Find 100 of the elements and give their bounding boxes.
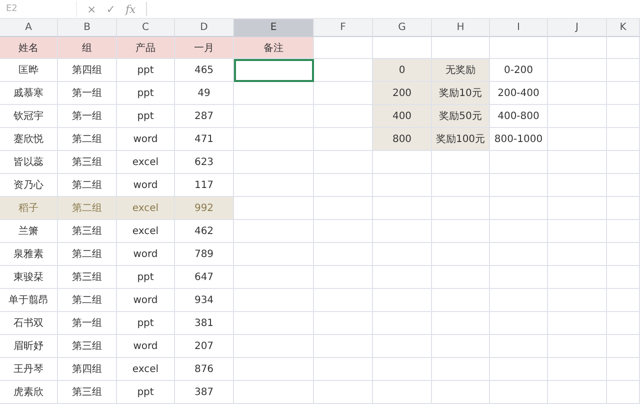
column-header[interactable]: J — [548, 19, 607, 37]
empty-cell[interactable] — [490, 243, 548, 266]
empty-cell[interactable] — [607, 220, 640, 243]
empty-cell[interactable] — [548, 174, 607, 197]
empty-cell[interactable] — [373, 266, 432, 289]
empty-cell[interactable] — [490, 381, 548, 404]
empty-cell[interactable] — [432, 289, 490, 312]
empty-cell[interactable] — [607, 243, 640, 266]
empty-cell[interactable] — [548, 243, 607, 266]
empty-cell[interactable] — [607, 197, 640, 220]
empty-cell[interactable] — [432, 197, 490, 220]
empty-cell[interactable] — [373, 243, 432, 266]
empty-cell[interactable] — [490, 220, 548, 243]
empty-cell[interactable] — [432, 358, 490, 381]
empty-cell[interactable] — [314, 243, 373, 266]
empty-cell[interactable] — [548, 358, 607, 381]
empty-cell[interactable] — [373, 151, 432, 174]
empty-cell[interactable] — [432, 243, 490, 266]
empty-cell[interactable] — [607, 174, 640, 197]
empty-cell[interactable] — [234, 358, 314, 381]
empty-cell[interactable] — [314, 358, 373, 381]
empty-cell[interactable] — [490, 358, 548, 381]
empty-cell[interactable] — [490, 174, 548, 197]
empty-cell[interactable] — [490, 197, 548, 220]
empty-cell[interactable] — [432, 381, 490, 404]
empty-cell[interactable] — [490, 151, 548, 174]
empty-cell[interactable] — [490, 289, 548, 312]
empty-cell[interactable] — [373, 174, 432, 197]
empty-cell[interactable] — [548, 220, 607, 243]
empty-cell[interactable] — [373, 220, 432, 243]
column-header[interactable]: D — [175, 19, 234, 37]
empty-cell[interactable] — [373, 381, 432, 404]
empty-cell[interactable] — [234, 128, 314, 151]
empty-cell[interactable] — [548, 289, 607, 312]
empty-cell[interactable] — [607, 312, 640, 335]
empty-cell[interactable] — [548, 381, 607, 404]
empty-cell[interactable] — [314, 289, 373, 312]
empty-cell[interactable] — [607, 266, 640, 289]
empty-cell[interactable] — [548, 105, 607, 128]
empty-cell[interactable] — [607, 358, 640, 381]
empty-cell[interactable] — [314, 151, 373, 174]
empty-cell[interactable] — [607, 82, 640, 105]
column-header[interactable]: G — [373, 19, 432, 37]
empty-cell[interactable] — [234, 105, 314, 128]
empty-cell[interactable] — [234, 220, 314, 243]
empty-cell[interactable] — [490, 312, 548, 335]
empty-cell[interactable] — [314, 174, 373, 197]
empty-cell[interactable] — [373, 335, 432, 358]
column-header[interactable]: I — [490, 19, 548, 37]
empty-cell[interactable] — [314, 312, 373, 335]
empty-cell[interactable] — [432, 220, 490, 243]
empty-cell[interactable] — [234, 381, 314, 404]
empty-cell[interactable] — [490, 335, 548, 358]
empty-cell[interactable] — [314, 197, 373, 220]
empty-cell[interactable] — [314, 266, 373, 289]
empty-cell[interactable] — [490, 37, 548, 59]
empty-cell[interactable] — [607, 335, 640, 358]
empty-cell[interactable] — [234, 289, 314, 312]
empty-cell[interactable] — [373, 289, 432, 312]
empty-cell[interactable] — [234, 174, 314, 197]
empty-cell[interactable] — [607, 381, 640, 404]
empty-cell[interactable] — [234, 312, 314, 335]
empty-cell[interactable] — [234, 266, 314, 289]
empty-cell[interactable] — [490, 266, 548, 289]
empty-cell[interactable] — [548, 266, 607, 289]
column-header[interactable]: B — [58, 19, 117, 37]
column-header[interactable]: E — [234, 19, 314, 37]
empty-cell[interactable] — [432, 174, 490, 197]
empty-cell[interactable] — [314, 220, 373, 243]
empty-cell[interactable] — [607, 59, 640, 82]
empty-cell[interactable] — [373, 197, 432, 220]
empty-cell[interactable] — [432, 312, 490, 335]
empty-cell[interactable] — [234, 151, 314, 174]
empty-cell[interactable] — [234, 243, 314, 266]
empty-cell[interactable] — [607, 37, 640, 59]
empty-cell[interactable] — [607, 151, 640, 174]
empty-cell[interactable] — [234, 82, 314, 105]
empty-cell[interactable] — [373, 358, 432, 381]
empty-cell[interactable] — [314, 335, 373, 358]
empty-cell[interactable] — [432, 151, 490, 174]
empty-cell[interactable] — [607, 105, 640, 128]
empty-cell[interactable] — [548, 335, 607, 358]
empty-cell[interactable] — [314, 381, 373, 404]
empty-cell[interactable] — [432, 266, 490, 289]
column-header[interactable]: K — [607, 19, 640, 37]
empty-cell[interactable] — [548, 197, 607, 220]
empty-cell[interactable] — [548, 37, 607, 59]
empty-cell[interactable] — [432, 335, 490, 358]
empty-cell[interactable] — [548, 128, 607, 151]
column-header[interactable]: F — [314, 19, 373, 37]
selected-cell[interactable] — [234, 59, 314, 82]
column-header[interactable]: A — [0, 19, 58, 37]
empty-cell[interactable] — [607, 289, 640, 312]
empty-cell[interactable] — [548, 312, 607, 335]
empty-cell[interactable] — [548, 151, 607, 174]
empty-cell[interactable] — [548, 59, 607, 82]
empty-cell[interactable] — [548, 82, 607, 105]
column-header[interactable]: C — [117, 19, 175, 37]
empty-cell[interactable] — [234, 335, 314, 358]
empty-cell[interactable] — [607, 128, 640, 151]
